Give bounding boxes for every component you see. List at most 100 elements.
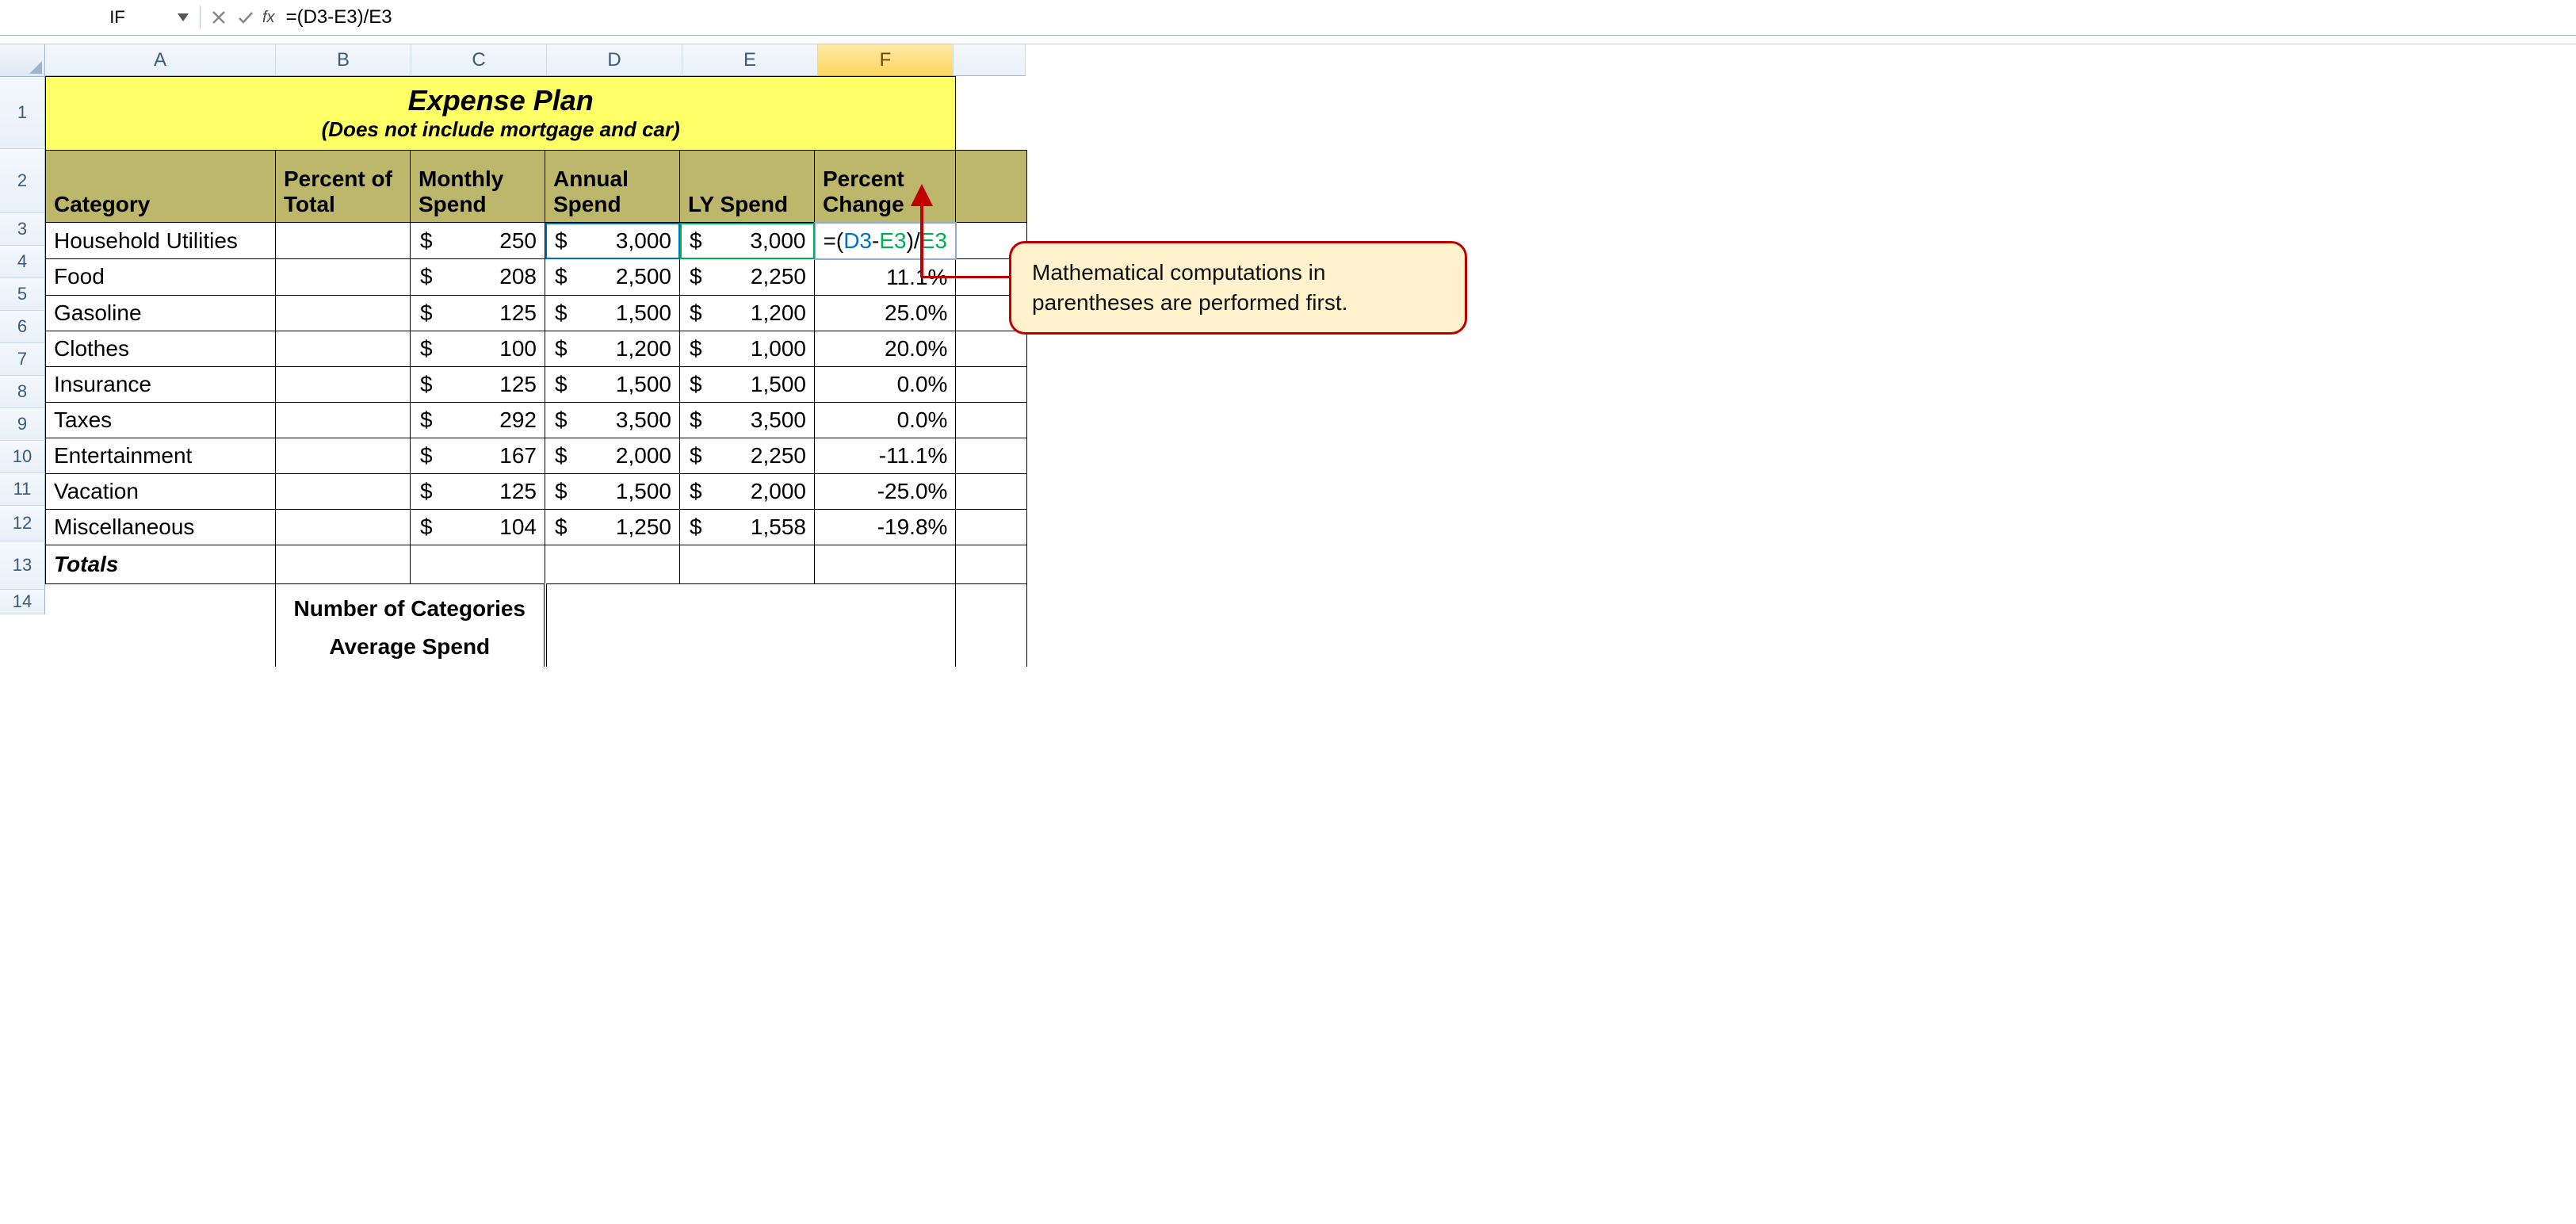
cell-E7[interactable]: $1,500 [680, 366, 815, 402]
row-header-6[interactable]: 6 [0, 311, 45, 343]
row-header-10[interactable]: 10 [0, 441, 45, 473]
cell-A4[interactable]: Food [46, 259, 276, 296]
cell-F6[interactable]: 20.0% [815, 331, 956, 366]
row-header-2[interactable]: 2 [0, 149, 45, 213]
column-header-C[interactable]: C [411, 44, 547, 76]
column-header-D[interactable]: D [547, 44, 682, 76]
cell-A5[interactable]: Gasoline [46, 295, 276, 331]
row-header-13[interactable]: 13 [0, 541, 45, 590]
cell-A10[interactable]: Vacation [46, 473, 276, 509]
cell-F3[interactable]: =(D3-E3)/E3 [815, 223, 956, 259]
cell-A8[interactable]: Taxes [46, 402, 276, 438]
cell-E4[interactable]: $2,250 [680, 259, 815, 296]
cell-F8[interactable]: 0.0% [815, 402, 956, 438]
cell-C4[interactable]: $208 [411, 259, 545, 296]
cell-B5[interactable] [276, 295, 411, 331]
col-header-pct-change[interactable]: Percent Change [815, 151, 956, 223]
cell-E8[interactable]: $3,500 [680, 402, 815, 438]
cancel-formula-button[interactable] [205, 4, 232, 31]
column-header-E[interactable]: E [682, 44, 818, 76]
cell-C9[interactable]: $167 [411, 438, 545, 473]
row-header-5[interactable]: 5 [0, 278, 45, 311]
cell-D7[interactable]: $1,500 [545, 366, 680, 402]
annotation-callout: Mathematical computations in parentheses… [1009, 241, 1467, 335]
row-header-1[interactable]: 1 [0, 77, 45, 149]
cell-E11[interactable]: $1,558 [680, 509, 815, 545]
row-header-12[interactable]: 12 [0, 506, 45, 541]
annotation-connector [922, 276, 1009, 278]
cell-C5[interactable]: $125 [411, 295, 545, 331]
cell-D11[interactable]: $1,250 [545, 509, 680, 545]
cell-F7[interactable]: 0.0% [815, 366, 956, 402]
cell-B11[interactable] [276, 509, 411, 545]
totals-E[interactable] [680, 545, 815, 583]
col-header-ly[interactable]: LY Spend [680, 151, 815, 223]
cell-B9[interactable] [276, 438, 411, 473]
cell-B8[interactable] [276, 402, 411, 438]
cell-F10[interactable]: -25.0% [815, 473, 956, 509]
cell-D9[interactable]: $2,000 [545, 438, 680, 473]
name-box[interactable]: IF [63, 6, 171, 29]
row-header-9[interactable]: 9 [0, 408, 45, 441]
cell-F9[interactable]: -11.1% [815, 438, 956, 473]
cell-C3[interactable]: $250 [411, 223, 545, 259]
column-header-F[interactable]: F [818, 44, 954, 76]
col-header-monthly[interactable]: Monthly Spend [411, 151, 545, 223]
column-header-B[interactable]: B [276, 44, 411, 76]
cell-E5[interactable]: $1,200 [680, 295, 815, 331]
select-all-triangle[interactable] [0, 44, 45, 77]
average-spend-label[interactable]: Average Spend [276, 633, 545, 667]
col-header-percent-total[interactable]: Percent of Total [276, 151, 411, 223]
cell-C7[interactable]: $125 [411, 366, 545, 402]
enter-formula-button[interactable] [232, 4, 259, 31]
totals-F[interactable] [815, 545, 956, 583]
row-header-7[interactable]: 7 [0, 343, 45, 376]
col-header-annual[interactable]: Annual Spend [545, 151, 680, 223]
cell-B6[interactable] [276, 331, 411, 366]
cell-A6[interactable]: Clothes [46, 331, 276, 366]
cell-A3[interactable]: Household Utilities [46, 223, 276, 259]
column-header-extra[interactable] [954, 44, 1026, 76]
cell-B10[interactable] [276, 473, 411, 509]
title-merged-cell[interactable]: Expense Plan (Does not include mortgage … [46, 77, 956, 151]
totals-D[interactable] [545, 545, 680, 583]
row-header-3[interactable]: 3 [0, 213, 45, 246]
totals-label[interactable]: Totals [46, 545, 276, 583]
cell-B4[interactable] [276, 259, 411, 296]
row-header-11[interactable]: 11 [0, 473, 45, 506]
totals-B[interactable] [276, 545, 411, 583]
row-header-14[interactable]: 14 [0, 590, 45, 614]
cell-A7[interactable]: Insurance [46, 366, 276, 402]
cell-A9[interactable]: Entertainment [46, 438, 276, 473]
cell-D5[interactable]: $1,500 [545, 295, 680, 331]
formula-input[interactable]: =(D3-E3)/E3 [283, 6, 2576, 29]
cell-D10[interactable]: $1,500 [545, 473, 680, 509]
cell-B3[interactable] [276, 223, 411, 259]
col-header-category[interactable]: Category [46, 151, 276, 223]
cell-D6[interactable]: $1,200 [545, 331, 680, 366]
number-of-categories-label[interactable]: Number of Categories [276, 583, 545, 633]
cell-C10[interactable]: $125 [411, 473, 545, 509]
cell-E10[interactable]: $2,000 [680, 473, 815, 509]
totals-C[interactable] [411, 545, 545, 583]
title-sub: (Does not include mortgage and car) [47, 117, 954, 147]
cell-D4[interactable]: $2,500 [545, 259, 680, 296]
cell-D8[interactable]: $3,500 [545, 402, 680, 438]
cell-E9[interactable]: $2,250 [680, 438, 815, 473]
cell-F11[interactable]: -19.8% [815, 509, 956, 545]
name-box-dropdown[interactable] [171, 6, 195, 29]
formula-bar: IF fx =(D3-E3)/E3 [0, 0, 2576, 36]
row-header-8[interactable]: 8 [0, 376, 45, 408]
row-header-4[interactable]: 4 [0, 246, 45, 278]
cell-E6[interactable]: $1,000 [680, 331, 815, 366]
cell-F5[interactable]: 25.0% [815, 295, 956, 331]
column-header-A[interactable]: A [45, 44, 276, 76]
cell-C11[interactable]: $104 [411, 509, 545, 545]
cell-C6[interactable]: $100 [411, 331, 545, 366]
cell-A11[interactable]: Miscellaneous [46, 509, 276, 545]
cell-E3[interactable]: $3,000 [680, 223, 815, 259]
cell-D3[interactable]: $3,000 [545, 223, 680, 259]
fx-icon[interactable]: fx [262, 9, 275, 27]
cell-C8[interactable]: $292 [411, 402, 545, 438]
cell-B7[interactable] [276, 366, 411, 402]
